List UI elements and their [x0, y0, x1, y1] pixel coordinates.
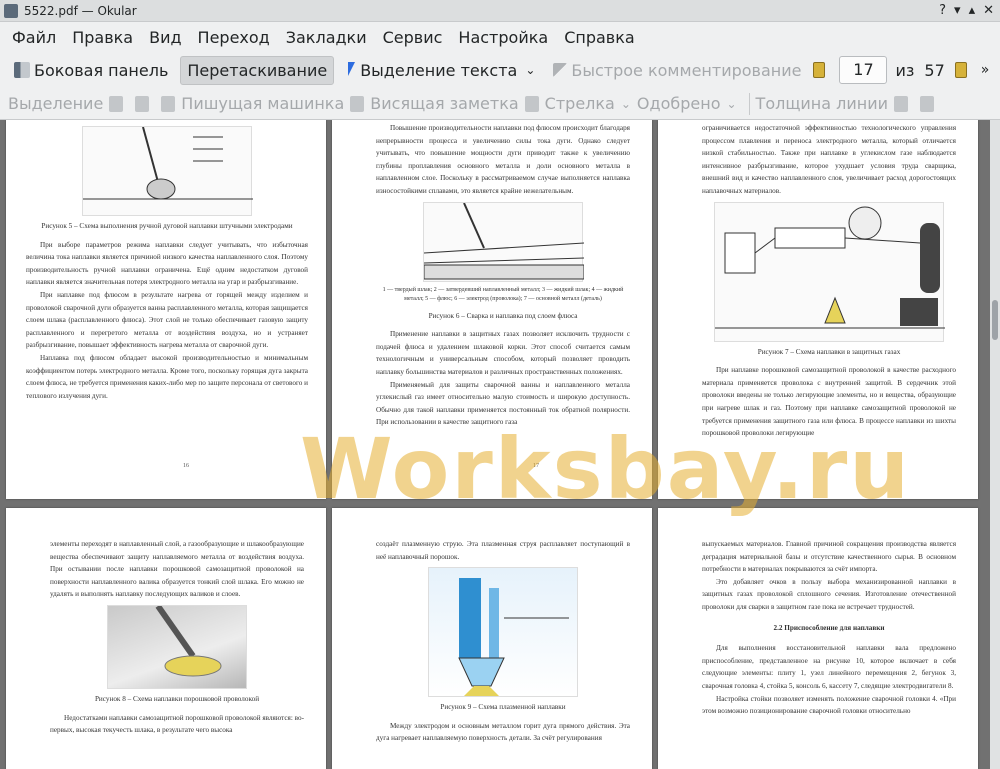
page-21-para-3: Для выполнения восстановительной наплавк… — [702, 644, 956, 690]
annot-typewriter-label[interactable]: Пишущая машинка — [181, 94, 344, 113]
page-number-input[interactable]: 17 — [839, 56, 888, 84]
arrow-tool-icon[interactable] — [524, 95, 539, 112]
figure-5-drawing — [83, 126, 253, 200]
page-number: 16 — [183, 463, 189, 470]
chevron-down-icon: ⌄ — [525, 63, 536, 77]
figure-5-caption: Рисунок 5 – Схема выполнения ручной дуго… — [41, 222, 293, 230]
figure-5 — [82, 126, 253, 216]
page-16-para-3: Наплавка под флюсом обладает высокой про… — [26, 353, 308, 400]
page-18-para-2: При наплавке порошковой самозащитной про… — [702, 366, 956, 438]
figure-7-caption: Рисунок 7 – Схема наплавки в защитных га… — [757, 347, 901, 356]
figure-6-drawing — [423, 202, 585, 280]
quick-annotation-button[interactable]: Быстрое комментирование — [547, 57, 807, 84]
page-17-para-2: Применение наплавки в защитных газах поз… — [376, 330, 630, 376]
annot-line-width-label[interactable]: Толщина линии — [756, 94, 889, 113]
page-19-para-2: Недостатками наплавки самозащитной порош… — [50, 713, 304, 735]
okular-app-icon — [4, 3, 18, 18]
menu-help[interactable]: Справка — [558, 25, 641, 50]
page-20-para-1: создаёт плазменную струю. Эта плазменная… — [376, 540, 630, 561]
page-21-para-2: Это добавляет очков в пользу выбора меха… — [702, 577, 956, 611]
opacity-icon[interactable] — [920, 95, 935, 112]
page-17: Повышение производительности наплавки по… — [332, 120, 652, 499]
figure-8 — [107, 604, 247, 689]
annot-select-label[interactable]: Выделение — [8, 94, 103, 113]
underline-icon[interactable] — [135, 95, 150, 112]
figure-8-drawing — [155, 604, 222, 677]
page-17-para-1: Повышение производительности наплавки по… — [376, 124, 630, 195]
figure-7 — [714, 201, 945, 342]
page-20: создаёт плазменную струю. Эта плазменная… — [332, 508, 652, 769]
pen-icon — [553, 63, 568, 77]
page-number: 17 — [533, 463, 539, 470]
page-16: Рисунок 5 – Схема выполнения ручной дуго… — [6, 120, 326, 499]
text-selection-button[interactable]: Выделение текста ⌄ — [340, 57, 541, 84]
vertical-scrollbar[interactable] — [990, 120, 1000, 769]
page-21-para-1: выпускаемых материалов. Главной причиной… — [702, 540, 956, 574]
menu-settings[interactable]: Настройка — [452, 25, 554, 50]
page-21-para-4: Настройка стойки позволяет изменять поло… — [702, 694, 956, 716]
section-heading: 2.2 Приспособление для наплавки — [773, 623, 885, 632]
maximize-icon[interactable]: ▴ — [969, 3, 976, 18]
annot-sticky-label[interactable]: Висящая заметка — [370, 94, 518, 113]
figure-6-legend: 1 — твердый шлак; 2 — затвердевший напла… — [382, 286, 624, 302]
sidebar-button[interactable]: Боковая панель — [8, 57, 174, 84]
window-title: 5522.pdf — Okular — [24, 3, 137, 18]
figure-6 — [423, 201, 585, 282]
page-16-para-2: При наплавке под флюсом в результате наг… — [26, 290, 308, 350]
page-of-label: из — [895, 60, 915, 80]
page-19: элементы переходят в наплавленный слой, … — [6, 508, 326, 769]
menu-bar: Файл Правка Вид Переход Закладки Сервис … — [0, 22, 1000, 52]
close-icon[interactable]: ✕ — [983, 3, 994, 18]
figure-6-caption: Рисунок 6 – Сварка и наплавка под слоем … — [428, 311, 578, 320]
highlighter-icon[interactable] — [109, 95, 124, 112]
previous-page-icon[interactable] — [813, 62, 826, 78]
palette-icon[interactable] — [894, 95, 909, 112]
annotation-toolbar: Выделение Пишущая машинка Висящая заметк… — [0, 88, 1000, 120]
menu-edit[interactable]: Правка — [66, 25, 139, 50]
stamp-icon[interactable] — [161, 95, 176, 112]
minimize-icon[interactable]: ▾ — [954, 3, 961, 18]
figure-9 — [428, 567, 578, 698]
figure-9-drawing — [458, 578, 569, 697]
figure-7-drawing — [715, 206, 945, 329]
figure-8-caption: Рисунок 8 – Схема наплавки порошковой пр… — [94, 694, 260, 703]
title-bar: 5522.pdf — Okular ? ▾ ▴ ✕ — [0, 0, 1000, 22]
chevron-down-icon[interactable]: ⌄ — [621, 97, 631, 111]
page-18-para-1: ограничивается недостаточной эффективнос… — [702, 124, 956, 195]
page-20-para-2: Между электродом и основным металлом гор… — [376, 721, 630, 743]
text-selection-label: Выделение текста — [360, 60, 518, 80]
drag-mode-label: Перетаскивание — [187, 60, 328, 80]
page-16-para-1: При выборе параметров режима наплавки сл… — [26, 240, 308, 287]
annot-approved-label[interactable]: Одобрено — [637, 94, 721, 113]
next-page-icon[interactable] — [954, 62, 967, 78]
quick-annotation-label: Быстрое комментирование — [571, 60, 802, 80]
cursor-icon — [346, 62, 356, 78]
page-17-para-3: Применяемый для защиты сварочной ванны и… — [376, 380, 630, 427]
page-19-para-1: элементы переходят в наплавленный слой, … — [50, 540, 304, 599]
toolbar-separator — [748, 92, 750, 115]
menu-file[interactable]: Файл — [6, 25, 62, 50]
page-21: выпускаемых материалов. Главной причиной… — [658, 508, 978, 769]
figure-9-caption: Рисунок 9 – Схема плазменной наплавки — [440, 703, 566, 712]
menu-tools[interactable]: Сервис — [377, 25, 449, 50]
scrollbar-thumb[interactable] — [992, 300, 998, 340]
note-icon[interactable] — [350, 95, 365, 112]
sidebar-label: Боковая панель — [34, 60, 169, 80]
total-pages-label: 57 — [924, 60, 945, 80]
document-viewport[interactable]: Рисунок 5 – Схема выполнения ручной дуго… — [0, 120, 1000, 769]
help-icon[interactable]: ? — [939, 3, 946, 18]
more-icon[interactable]: » — [981, 62, 990, 78]
main-toolbar: Боковая панель Перетаскивание Выделение … — [0, 52, 1000, 88]
menu-go[interactable]: Переход — [192, 25, 276, 50]
drag-mode-button[interactable]: Перетаскивание — [180, 55, 335, 85]
sidebar-icon — [14, 62, 30, 78]
menu-view[interactable]: Вид — [143, 25, 187, 50]
menu-bookmarks[interactable]: Закладки — [280, 25, 373, 50]
annot-arrow-label[interactable]: Стрелка — [545, 94, 615, 113]
page-18: ограничивается недостаточной эффективнос… — [658, 120, 978, 499]
chevron-down-icon[interactable]: ⌄ — [726, 97, 736, 111]
